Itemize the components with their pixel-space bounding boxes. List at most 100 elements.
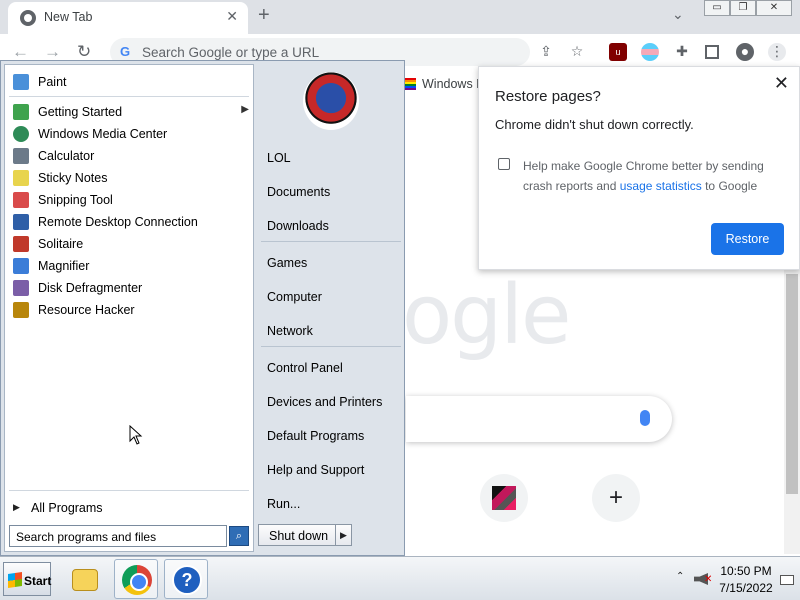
tab-close-icon[interactable]: ✕ — [226, 8, 238, 25]
bookmark-star-icon[interactable]: ☆ — [568, 43, 586, 61]
start-menu: Paint Getting Started ▶ Windows Media Ce… — [0, 60, 405, 556]
crash-report-checkbox[interactable] — [498, 158, 510, 170]
maximize-button[interactable]: ❐ — [730, 0, 756, 16]
microphone-icon[interactable] — [640, 410, 650, 426]
tab-new-tab[interactable]: New Tab ✕ — [8, 2, 248, 34]
google-logo: ogle — [402, 268, 571, 363]
shortcut-thumbnail-icon — [492, 486, 516, 510]
program-solitaire[interactable]: Solitaire — [9, 233, 249, 255]
usage-statistics-link[interactable]: usage statistics — [620, 179, 702, 193]
back-button[interactable]: ← — [12, 42, 29, 62]
place-control-panel[interactable]: Control Panel — [267, 361, 343, 375]
forward-button[interactable]: → — [44, 42, 61, 62]
paint-icon — [13, 74, 29, 90]
chrome-menu-icon[interactable]: ⋮ — [768, 43, 786, 61]
chrome-favicon-icon — [20, 10, 36, 26]
dialog-title: Restore pages? — [495, 88, 601, 105]
program-remote-desktop[interactable]: Remote Desktop Connection — [9, 211, 249, 233]
start-search-input[interactable]: Search programs and files — [9, 525, 227, 547]
program-magnifier[interactable]: Magnifier — [9, 255, 249, 277]
submenu-arrow-icon: ▶ — [241, 104, 249, 115]
tab-search-chevron-icon[interactable]: ⌄ — [672, 6, 684, 23]
chrome-icon — [122, 565, 152, 595]
taskbar-explorer-button[interactable] — [64, 559, 108, 599]
program-snipping-tool[interactable]: Snipping Tool — [9, 189, 249, 211]
ublock-extension-icon[interactable]: u — [609, 43, 627, 61]
program-label: Windows Media Center — [38, 127, 168, 141]
extensions-puzzle-icon[interactable]: ✚ — [673, 43, 691, 61]
extension-flag-icon[interactable] — [641, 43, 659, 61]
user-picture[interactable] — [303, 72, 359, 130]
all-programs-button[interactable]: ▶ All Programs — [11, 497, 251, 519]
page-scrollbar[interactable] — [784, 270, 800, 554]
place-computer[interactable]: Computer — [267, 290, 322, 304]
program-label: Getting Started — [38, 105, 123, 119]
disk-defragmenter-icon — [13, 280, 29, 296]
program-label: Resource Hacker — [38, 303, 135, 317]
shortcut-tile[interactable] — [480, 474, 528, 522]
place-games[interactable]: Games — [267, 256, 307, 270]
program-label: Sticky Notes — [38, 171, 108, 185]
bookmark-label: Windows I — [422, 77, 480, 91]
new-tab-button[interactable]: + — [258, 4, 270, 27]
program-label: Snipping Tool — [38, 193, 113, 207]
program-paint[interactable]: Paint — [9, 71, 249, 93]
media-center-icon — [13, 126, 29, 142]
place-downloads[interactable]: Downloads — [267, 219, 329, 233]
dialog-close-icon[interactable]: ✕ — [774, 73, 789, 94]
place-devices-and-printers[interactable]: Devices and Printers — [267, 395, 382, 409]
start-button[interactable]: Start — [3, 562, 51, 596]
getting-started-icon — [13, 104, 29, 120]
program-label: Paint — [38, 75, 67, 89]
program-sticky-notes[interactable]: Sticky Notes — [9, 167, 249, 189]
windows-logo-icon — [8, 572, 22, 588]
restore-button[interactable]: Restore — [711, 223, 784, 255]
place-documents[interactable]: Documents — [267, 185, 330, 199]
taskbar-help-button[interactable]: ? — [164, 559, 208, 599]
program-getting-started[interactable]: Getting Started ▶ — [9, 101, 249, 123]
resource-hacker-icon — [13, 302, 29, 318]
action-center-flag-icon[interactable] — [780, 575, 794, 585]
shut-down-button[interactable]: Shut down ▶ — [258, 524, 352, 546]
reload-button[interactable]: ↻ — [77, 42, 91, 62]
ntp-search-box[interactable] — [406, 396, 672, 442]
place-lol[interactable]: LOL — [267, 151, 291, 165]
program-windows-media-center[interactable]: Windows Media Center — [9, 123, 249, 145]
divider — [9, 490, 249, 491]
taskbar: Start ? ⌃ ✕ 10:50 PM 7/15/2022 — [0, 556, 800, 600]
dialog-message: Chrome didn't shut down correctly. — [495, 117, 694, 132]
close-window-button[interactable]: ✕ — [756, 0, 792, 16]
program-calculator[interactable]: Calculator — [9, 145, 249, 167]
tab-title: New Tab — [44, 10, 93, 24]
share-icon[interactable]: ⇪ — [537, 43, 555, 61]
profile-avatar-icon[interactable]: ● — [736, 43, 754, 61]
shut-down-options-arrow-icon[interactable]: ▶ — [335, 525, 351, 545]
place-help-and-support[interactable]: Help and Support — [267, 463, 364, 477]
omnibox-placeholder: Search Google or type a URL — [142, 45, 320, 60]
show-hidden-icons-chevron-icon[interactable]: ⌃ — [676, 571, 684, 582]
search-placeholder: Search programs and files — [16, 530, 157, 544]
tab-strip: New Tab ✕ + ⌄ ▭ ❐ ✕ — [0, 0, 800, 34]
search-icon[interactable]: ⌕ — [229, 526, 249, 546]
minimize-button[interactable]: ▭ — [704, 0, 730, 16]
places-pane: LOL Documents Downloads Games Computer N… — [257, 64, 403, 552]
calculator-icon — [13, 148, 29, 164]
add-shortcut-button[interactable]: + — [592, 474, 640, 522]
program-disk-defragmenter[interactable]: Disk Defragmenter — [9, 277, 249, 299]
place-network[interactable]: Network — [267, 324, 313, 338]
magnifier-icon — [13, 258, 29, 274]
program-resource-hacker[interactable]: Resource Hacker — [9, 299, 249, 321]
clock-date[interactable]: 7/15/2022 — [714, 581, 778, 595]
program-label: Calculator — [38, 149, 95, 163]
place-default-programs[interactable]: Default Programs — [267, 429, 364, 443]
scrollbar-thumb[interactable] — [786, 274, 798, 494]
place-run[interactable]: Run... — [267, 497, 300, 511]
system-tray: ⌃ ✕ 10:50 PM 7/15/2022 — [672, 561, 798, 597]
taskbar-chrome-button[interactable] — [114, 559, 158, 599]
programs-pane: Paint Getting Started ▶ Windows Media Ce… — [4, 64, 254, 552]
side-panel-icon[interactable] — [705, 45, 719, 59]
program-label: Remote Desktop Connection — [38, 215, 198, 229]
rainbow-flag-icon — [404, 78, 416, 90]
clock-time[interactable]: 10:50 PM — [714, 564, 778, 578]
crash-report-text-end: to Google — [701, 179, 758, 193]
